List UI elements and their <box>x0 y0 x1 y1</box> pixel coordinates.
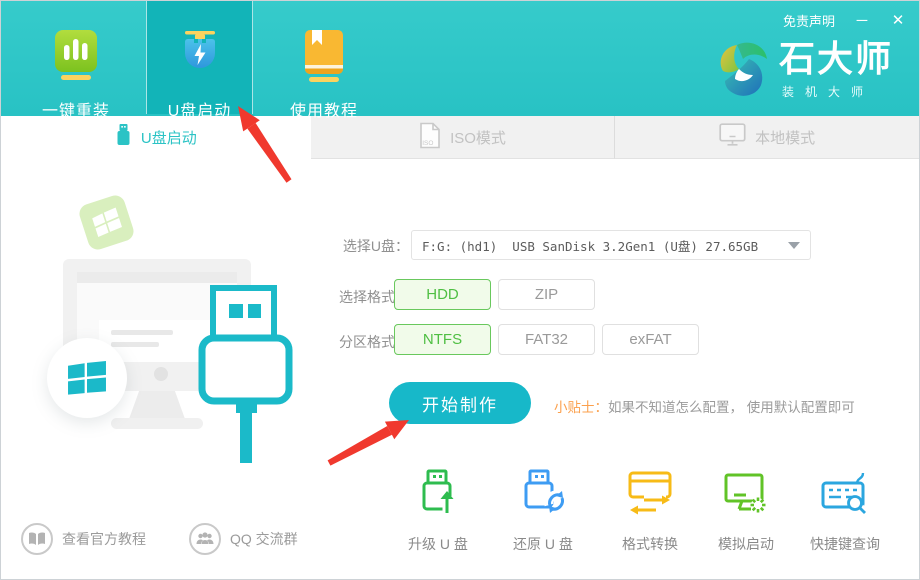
header: 一键重装 U盘启动 <box>1 1 919 116</box>
monitor-stand <box>129 391 185 419</box>
mode-tab-label: U盘启动 <box>141 127 197 148</box>
open-book-icon <box>21 523 53 555</box>
minimize-button[interactable]: ─ <box>853 13 871 28</box>
usb-drive-icon <box>115 124 132 151</box>
footer-link-label: 查看官方教程 <box>62 529 146 549</box>
usb-plug-illustration <box>196 281 296 471</box>
usb-upgrade-icon <box>412 467 464 524</box>
disclaimer-link[interactable]: 免责声明 <box>783 11 835 30</box>
format-option-zip[interactable]: ZIP <box>498 279 595 310</box>
brand-tagline: 装机大师 <box>779 83 893 100</box>
mode-tab-local[interactable]: 本地模式 <box>615 116 919 159</box>
format-option-hdd[interactable]: HDD <box>394 279 491 310</box>
usb-restore-icon <box>517 467 569 524</box>
hotkey-search-icon <box>819 467 871 524</box>
book-icon <box>299 28 349 88</box>
mode-tab-iso[interactable]: ISO ISO模式 <box>311 116 616 159</box>
brand-name: 石大师 <box>779 41 893 77</box>
simulate-boot-icon <box>720 467 772 524</box>
close-button[interactable]: ✕ <box>889 13 907 28</box>
titlebar: 免责声明 ─ ✕ <box>783 11 907 30</box>
mode-tab-bar: U盘启动 ISO ISO模式 本地模式 <box>1 116 919 159</box>
mode-tab-label: ISO模式 <box>450 127 506 148</box>
tool-label: 模拟启动 <box>718 534 774 554</box>
tool-upgrade-usb[interactable]: 升级 U 盘 <box>378 467 498 554</box>
windows-logo-badge <box>47 338 127 418</box>
nav-tab-label: 使用教程 <box>290 97 358 121</box>
tip-text: 小贴士：如果不知道怎么配置， 使用默认配置即可 <box>554 396 855 416</box>
format-convert-icon <box>624 467 676 524</box>
iso-file-icon: ISO <box>419 122 441 153</box>
monitor-camera-dot <box>154 367 168 381</box>
tip-body: 如果不知道怎么配置， 使用默认配置即可 <box>608 400 855 415</box>
official-tutorial-link[interactable]: 查看官方教程 <box>21 523 146 555</box>
tool-hotkey-query[interactable]: 快捷键查询 <box>785 467 905 554</box>
mode-tab-usb-boot[interactable]: U盘启动 <box>1 116 311 159</box>
app-window: 一键重装 U盘启动 <box>0 0 920 580</box>
tool-restore-usb[interactable]: 还原 U 盘 <box>483 467 603 554</box>
qq-group-link[interactable]: QQ 交流群 <box>189 523 298 555</box>
tip-prefix: 小贴士： <box>554 400 608 415</box>
usb-shield-icon <box>175 28 225 88</box>
nav-tab-label: U盘启动 <box>168 97 232 121</box>
nav-tab-reinstall[interactable]: 一键重装 <box>21 1 131 114</box>
footer-link-label: QQ 交流群 <box>230 529 298 549</box>
mode-tab-label: 本地模式 <box>755 127 815 148</box>
usb-select-dropdown[interactable]: F:G: (hd1) USB SanDisk 3.2Gen1 (U盘) 27.6… <box>411 230 811 260</box>
start-make-button[interactable]: 开始制作 <box>389 382 531 424</box>
bar-chart-icon <box>51 28 101 88</box>
chevron-down-icon <box>788 242 800 249</box>
brand-logo-icon <box>715 37 771 104</box>
brand-logo: 石大师 装机大师 <box>715 37 893 104</box>
tool-label: 升级 U 盘 <box>408 534 468 554</box>
brand-text: 石大师 装机大师 <box>779 41 893 100</box>
nav-tab-label: 一键重装 <box>42 97 110 121</box>
group-icon <box>189 523 221 555</box>
tool-label: 还原 U 盘 <box>513 534 573 554</box>
usb-select-label: 选择U盘： <box>321 236 409 256</box>
partition-option-exfat[interactable]: exFAT <box>602 324 699 355</box>
tool-label: 格式转换 <box>622 534 678 554</box>
svg-text:ISO: ISO <box>422 140 433 147</box>
nav-tab-usb-boot[interactable]: U盘启动 <box>146 1 253 114</box>
monitor-stand-base <box>111 418 203 429</box>
partition-option-fat32[interactable]: FAT32 <box>498 324 595 355</box>
monitor-icon <box>719 123 746 151</box>
nav-tab-tutorial[interactable]: 使用教程 <box>269 1 379 114</box>
usb-select-value: F:G: (hd1) USB SanDisk 3.2Gen1 (U盘) 27.6… <box>422 236 788 255</box>
windows-tile-icon <box>77 193 136 252</box>
partition-option-ntfs[interactable]: NTFS <box>394 324 491 355</box>
tool-label: 快捷键查询 <box>810 534 880 554</box>
